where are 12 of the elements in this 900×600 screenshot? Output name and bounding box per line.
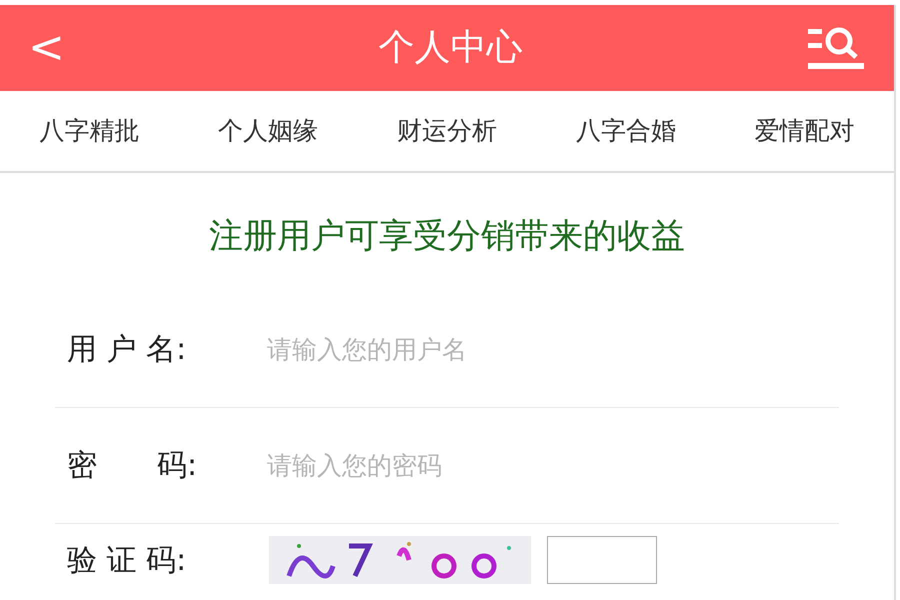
field-label: 用 户 名: xyxy=(66,331,188,369)
page-title: 个人中心 xyxy=(378,26,522,70)
headline: 注册用户可享受分销带来的收益 xyxy=(208,215,686,258)
nav-link[interactable]: 爱情配对 xyxy=(754,112,855,150)
nav-link[interactable]: 财运分析 xyxy=(396,112,497,150)
captcha-field[interactable] xyxy=(547,536,657,584)
nav-link[interactable]: 八字精批 xyxy=(39,112,140,150)
captcha-image[interactable] xyxy=(269,536,531,584)
field-label: 验 证 码: xyxy=(66,542,188,580)
nav-link[interactable]: 个人姻缘 xyxy=(218,112,318,150)
nav-link[interactable]: 八字合婚 xyxy=(576,112,676,150)
field-label: 密 码: xyxy=(66,447,198,485)
